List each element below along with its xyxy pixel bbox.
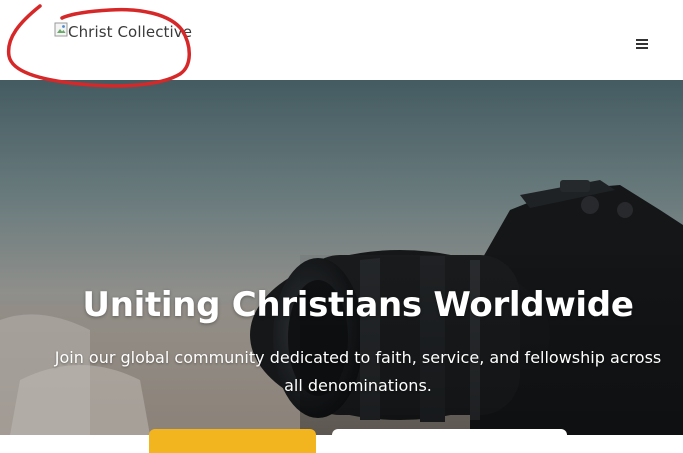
menu-button[interactable] — [630, 33, 654, 55]
hero-subtitle: Join our global community dedicated to f… — [54, 348, 662, 395]
site-header: Christ Collective — [0, 0, 683, 80]
broken-image-icon — [54, 22, 68, 37]
hero-title: Uniting Christians Worldwide — [82, 285, 634, 325]
hamburger-icon — [636, 39, 648, 49]
secondary-cta-button[interactable] — [332, 429, 567, 453]
logo-link[interactable]: Christ Collective — [54, 21, 192, 43]
primary-cta-button[interactable] — [149, 429, 316, 453]
logo-alt-text: Christ Collective — [68, 23, 193, 41]
